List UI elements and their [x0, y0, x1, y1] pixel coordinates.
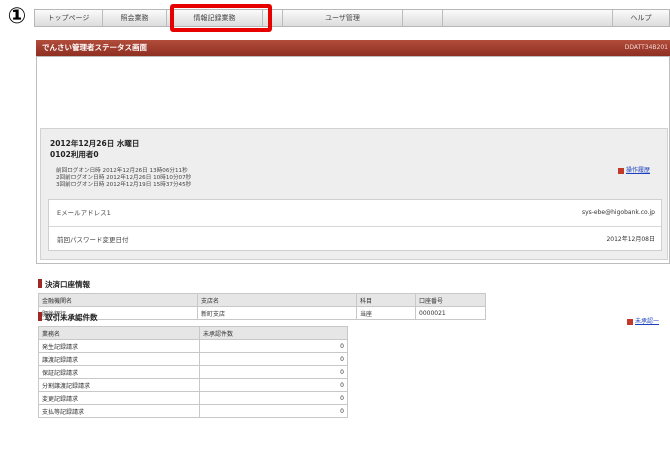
table-cell: 支払等記録請求: [38, 404, 200, 418]
pending-link-label: 未承認一: [635, 318, 660, 325]
table-row: 肥後銀行 新町支店 当座 0000021: [38, 306, 486, 320]
page-title: でんさい管理者ステータス画面: [42, 43, 147, 52]
account-info-box: Eメールアドレス1 sys-ebe@higobank.co.jp 前回パスワード…: [48, 199, 662, 251]
global-nav: トップページ 照会業務 情報記録業務 ユーザ管理 ヘルプ: [34, 9, 670, 27]
pending-title-text: 取引未承認件数: [45, 313, 98, 322]
table-header: 科目: [356, 293, 416, 307]
password-date-label: 前回パスワード変更日付: [57, 236, 129, 244]
table-header: 未承認件数: [199, 326, 348, 340]
current-date: 2012年12月26日 水曜日: [50, 139, 140, 148]
nav-spacer: [403, 10, 443, 26]
table-cell: 変更記録請求: [38, 391, 200, 405]
operation-history-link[interactable]: 操作履歴: [618, 165, 650, 174]
table-header: 業務名: [38, 326, 200, 340]
table-header: 支店名: [197, 293, 357, 307]
table-cell: 0000021: [415, 306, 486, 320]
link-arrow-icon: [618, 167, 624, 174]
table-cell: 0: [199, 404, 348, 418]
screen-id: DDATT34B201: [624, 44, 668, 51]
nav-spacer: [443, 10, 613, 26]
table-row: 保証記録請求 0: [38, 365, 348, 379]
table-cell: 分割譲渡記録請求: [38, 378, 200, 392]
table-cell: 0: [199, 391, 348, 405]
table-cell: 譲渡記録請求: [38, 352, 200, 366]
table-cell: 0: [199, 378, 348, 392]
settlement-table: 金融機関名 支店名 科目 口座番号 肥後銀行 新町支店 当座 0000021: [38, 293, 486, 320]
settlement-section-title: 決済口座情報: [38, 279, 90, 290]
nav-help[interactable]: ヘルプ: [613, 10, 669, 26]
page-title-banner: でんさい管理者ステータス画面 DDATT34B201: [36, 40, 670, 56]
table-cell: 保証記録請求: [38, 365, 200, 379]
table-header: 金融機関名: [38, 293, 198, 307]
section-bar-icon: [38, 312, 42, 321]
link-arrow-icon: [627, 318, 633, 325]
email-label: Eメールアドレス1: [57, 209, 111, 217]
pending-section-title: 取引未承認件数: [38, 312, 98, 323]
table-cell: 0: [199, 365, 348, 379]
user-name: 0102利用者0: [50, 150, 99, 159]
table-header-row: 金融機関名 支店名 科目 口座番号: [38, 293, 486, 307]
table-row: 分割譲渡記録請求 0: [38, 378, 348, 392]
nav-user-management[interactable]: ユーザ管理: [283, 10, 403, 26]
password-date-value: 2012年12月08日: [606, 236, 655, 243]
pending-table: 業務名 未承認件数 発生記録請求 0 譲渡記録請求 0 保証記録請求 0 分割譲渡記録…: [38, 326, 348, 418]
table-row: 変更記録請求 0: [38, 391, 348, 405]
table-row: 支払等記録請求 0: [38, 404, 348, 418]
table-cell: 当座: [356, 306, 416, 320]
nav-top-page[interactable]: トップページ: [35, 10, 103, 26]
highlight-box: [170, 4, 272, 32]
settlement-title-text: 決済口座情報: [45, 280, 90, 289]
table-cell: 0: [199, 339, 348, 353]
table-cell: 新町支店: [197, 306, 357, 320]
pending-list-link[interactable]: 未承認一: [627, 316, 659, 325]
email-value: sys-ebe@higobank.co.jp: [581, 209, 655, 216]
table-cell: 0: [199, 352, 348, 366]
table-cell: 発生記録請求: [38, 339, 200, 353]
password-row: 前回パスワード変更日付 2012年12月08日: [49, 226, 661, 253]
section-bar-icon: [38, 279, 42, 288]
table-header: 口座番号: [415, 293, 486, 307]
operation-history-label: 操作履歴: [626, 167, 651, 174]
table-row: 譲渡記録請求 0: [38, 352, 348, 366]
table-header-row: 業務名 未承認件数: [38, 326, 348, 340]
table-row: 発生記録請求 0: [38, 339, 348, 353]
email-row: Eメールアドレス1 sys-ebe@higobank.co.jp: [49, 200, 661, 226]
nav-inquiry[interactable]: 照会業務: [103, 10, 167, 26]
login-history-3: 3回前ログオン日時 2012年12月19日 15時37分45秒: [56, 182, 192, 188]
step-marker: ①: [7, 4, 27, 29]
